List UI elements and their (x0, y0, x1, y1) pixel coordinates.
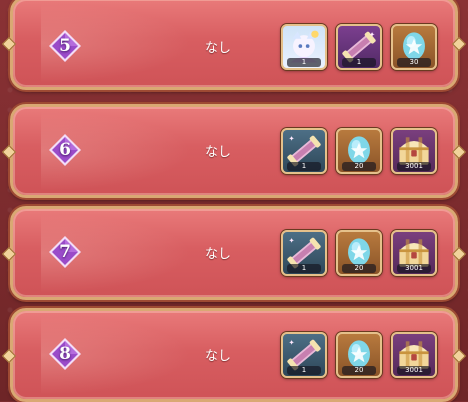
reward-quantity: 20 (342, 162, 376, 171)
reward-item[interactable]: ✦ 1 (336, 24, 382, 70)
reward-list: ✦ 1 20 3001 (281, 230, 437, 276)
rank-badge: 6 (48, 133, 82, 167)
reward-item[interactable]: 20 (336, 332, 382, 378)
svg-text:✦: ✦ (288, 338, 294, 347)
rank-badge: 7 (48, 235, 82, 269)
reward-list: 1 ✦ 1 30 (281, 24, 437, 70)
reward-item[interactable]: 1 (281, 24, 327, 70)
condition-text: なし (204, 145, 231, 160)
condition-text: なし (204, 349, 231, 364)
rank-badge: 5 (48, 29, 82, 63)
reward-row-8: 8 なし ✦ 1 20 3001 (1, 308, 467, 402)
reward-item[interactable]: ✦ 1 (281, 332, 327, 378)
reward-item[interactable]: ✦ 1 (281, 128, 327, 174)
svg-text:✦: ✦ (288, 236, 294, 245)
reward-item[interactable]: ✦ 1 (281, 230, 327, 276)
reward-quantity: 20 (342, 366, 376, 375)
reward-quantity: 3001 (397, 162, 431, 171)
svg-text:✦: ✦ (369, 30, 375, 39)
svg-text:✦: ✦ (288, 134, 294, 143)
reward-quantity: 1 (287, 264, 321, 273)
rank-number: 7 (59, 242, 71, 262)
condition-text: なし (204, 247, 231, 262)
reward-quantity: 3001 (397, 264, 431, 273)
reward-item[interactable]: 3001 (391, 332, 437, 378)
rank-number: 6 (59, 140, 71, 160)
reward-quantity: 30 (397, 58, 431, 67)
reward-quantity: 20 (342, 264, 376, 273)
rank-number: 8 (59, 344, 71, 364)
reward-quantity: 1 (287, 58, 321, 67)
reward-row-6: 6 なし ✦ 1 20 3001 (1, 104, 467, 198)
reward-item[interactable]: 30 (391, 24, 437, 70)
condition-text: なし (204, 41, 231, 56)
reward-item[interactable]: 3001 (391, 128, 437, 174)
reward-quantity: 1 (287, 366, 321, 375)
reward-item[interactable]: 20 (336, 128, 382, 174)
reward-list: ✦ 1 20 3001 (281, 128, 437, 174)
rank-number: 5 (59, 36, 71, 56)
reward-quantity: 3001 (397, 366, 431, 375)
reward-row-5: 5 なし 1 ✦ 1 30 (1, 0, 467, 90)
reward-quantity: 1 (342, 58, 376, 67)
rank-badge: 8 (48, 337, 82, 371)
reward-list: ✦ 1 20 3001 (281, 332, 437, 378)
reward-item[interactable]: 3001 (391, 230, 437, 276)
reward-item[interactable]: 20 (336, 230, 382, 276)
reward-quantity: 1 (287, 162, 321, 171)
reward-row-7: 7 なし ✦ 1 20 3001 (1, 206, 467, 300)
